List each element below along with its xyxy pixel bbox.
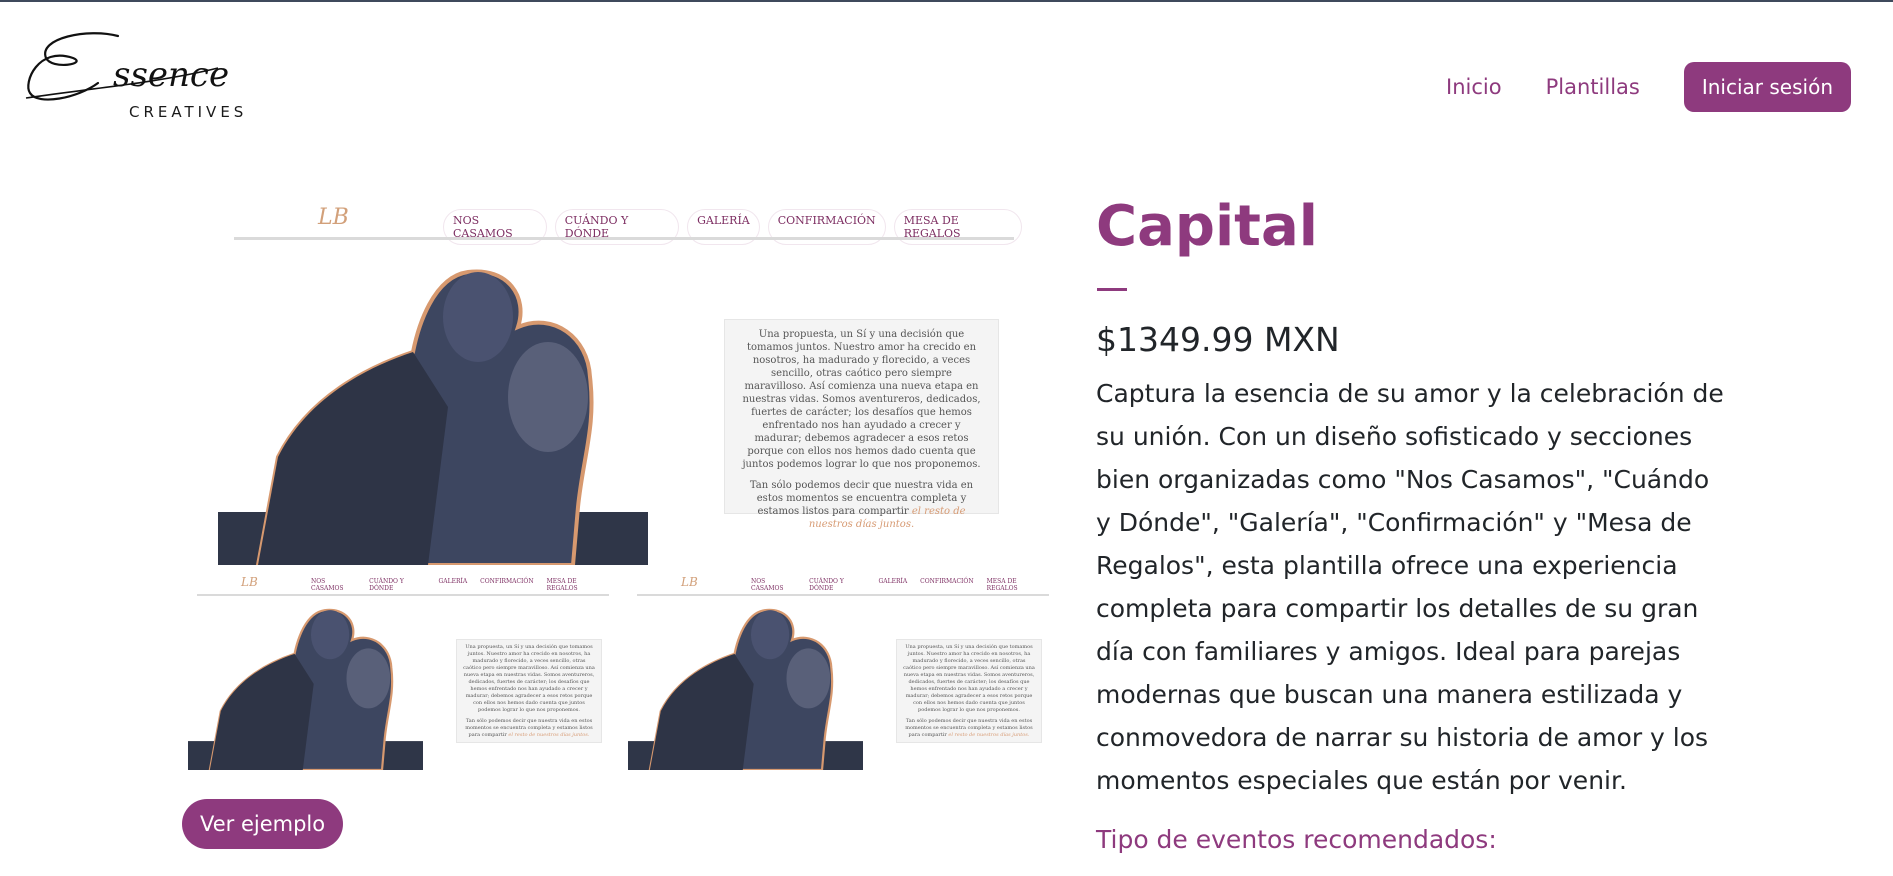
preview-paragraph: Una propuesta, un Sí y una decisión que … xyxy=(742,329,981,470)
couple-photo xyxy=(188,608,423,770)
nav-plantillas[interactable]: Plantillas xyxy=(1546,75,1640,99)
product-description: Captura la esencia de su amor y la celeb… xyxy=(1096,379,1724,795)
preview-nav: LB NOS CASAMOS CUÁNDO Y DÓNDE GALERÍA CO… xyxy=(188,572,618,594)
preview-story-text: Una propuesta, un Sí y una decisión que … xyxy=(724,319,999,530)
preview-nav-item: GALERÍA xyxy=(438,578,468,585)
nav-inicio[interactable]: Inicio xyxy=(1446,75,1502,99)
logo-script-mark: ssence xyxy=(25,32,229,101)
login-button[interactable]: Iniciar sesión xyxy=(1683,62,1851,112)
couple-photo xyxy=(628,608,863,770)
preview-divider xyxy=(196,594,610,596)
preview-nav-item: NOS CASAMOS xyxy=(751,578,784,592)
template-thumbnail[interactable]: LB NOS CASAMOS CUÁNDO Y DÓNDE GALERÍA CO… xyxy=(628,572,1058,770)
events-heading: Tipo de eventos recomendados: xyxy=(1096,825,1497,854)
ver-ejemplo-button[interactable]: Ver ejemplo xyxy=(182,799,344,849)
preview-accent-text: el resto de nuestros días juntos. xyxy=(508,732,590,738)
preview-monogram: LB xyxy=(318,205,349,230)
preview-paragraph: Una propuesta, un Sí y una decisión que … xyxy=(463,644,595,713)
logo-subtitle: CREATIVES xyxy=(129,103,248,121)
preview-nav-item: CUÁNDO Y DÓNDE xyxy=(809,578,844,592)
preview-story-text: Una propuesta, un Sí y una decisión que … xyxy=(456,639,602,743)
template-preview-main[interactable]: LB NOS CASAMOS CUÁNDO Y DÓNDE GALERÍA CO… xyxy=(218,197,1030,565)
preview-nav-item: CONFIRMACIÓN xyxy=(920,578,974,585)
preview-nav-item: CUÁNDO Y DÓNDE xyxy=(369,578,404,592)
preview-accent-text: el resto de nuestros días juntos. xyxy=(948,732,1030,738)
preview-monogram: LB xyxy=(681,575,698,589)
preview-divider xyxy=(636,594,1050,596)
preview-nav: LB NOS CASAMOS CUÁNDO Y DÓNDE GALERÍA CO… xyxy=(218,197,1030,245)
couple-photo xyxy=(218,269,648,565)
preview-divider xyxy=(234,237,1014,240)
preview-nav-item: MESA DE REGALOS xyxy=(546,578,578,592)
preview-monogram: LB xyxy=(241,575,258,589)
top-border xyxy=(0,0,1893,2)
product-title: Capital xyxy=(1096,194,1318,259)
preview-nav: LB NOS CASAMOS CUÁNDO Y DÓNDE GALERÍA CO… xyxy=(628,572,1058,594)
svg-text:ssence: ssence xyxy=(113,55,229,95)
essence-creatives-logo[interactable]: ssence CREATIVES xyxy=(18,28,263,128)
preview-nav-item: MESA DE REGALOS xyxy=(986,578,1018,592)
main-nav: Inicio Plantillas Iniciar sesión xyxy=(1446,62,1851,112)
preview-nav-item: GALERÍA xyxy=(878,578,908,585)
preview-story-text: Una propuesta, un Sí y una decisión que … xyxy=(896,639,1042,743)
preview-nav-item: NOS CASAMOS xyxy=(311,578,344,592)
product-price: $1349.99 MXN xyxy=(1096,320,1340,359)
template-thumbnail[interactable]: LB NOS CASAMOS CUÁNDO Y DÓNDE GALERÍA CO… xyxy=(188,572,618,770)
preview-paragraph: Una propuesta, un Sí y una decisión que … xyxy=(903,644,1035,713)
preview-nav-item: CONFIRMACIÓN xyxy=(480,578,534,585)
title-underline xyxy=(1097,288,1127,291)
